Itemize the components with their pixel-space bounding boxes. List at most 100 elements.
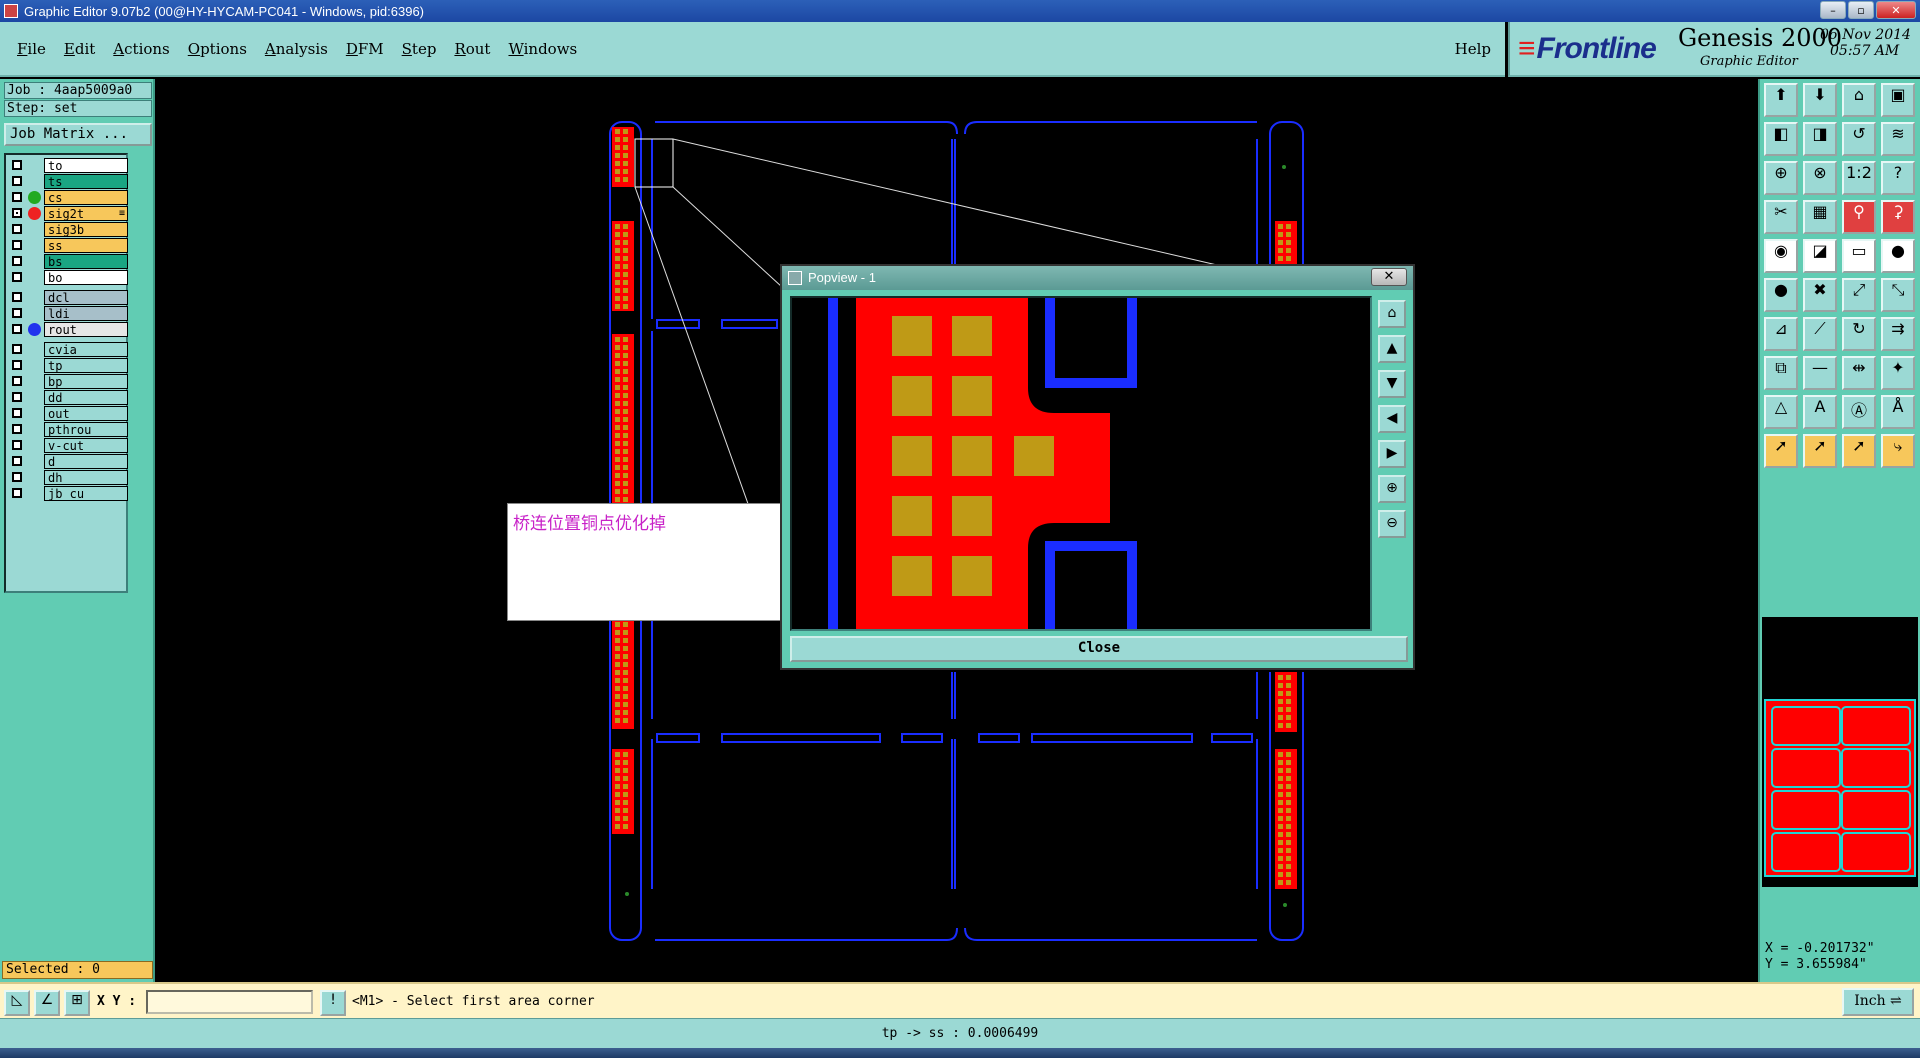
grid-icon[interactable]: ⊞	[64, 990, 90, 1016]
undo-view-icon[interactable]: ↺	[1842, 122, 1876, 156]
layer-checkbox[interactable]	[12, 324, 22, 334]
layer-name[interactable]: bp	[44, 374, 128, 389]
popview-pan-up-icon[interactable]: ▲	[1378, 335, 1406, 363]
layer-checkbox[interactable]	[12, 456, 22, 466]
resize-icon[interactable]: ⤢	[1842, 278, 1876, 312]
popview-pan-right-icon[interactable]: ▶	[1378, 440, 1406, 468]
layer-checkbox[interactable]	[12, 224, 22, 234]
layer-scrollbar[interactable]	[130, 153, 152, 1053]
popview-window[interactable]: Popview - 1 ✕ ⌂ ▲ ▼ ◀ ▶ ⊕ ⊖ Close	[780, 264, 1415, 670]
angle-snap-icon[interactable]: ∠	[34, 990, 60, 1016]
layer-row-sig2t[interactable]: sig2t ≡	[8, 206, 128, 221]
layer-name[interactable]: bo	[44, 270, 128, 285]
menu-step[interactable]: Step	[393, 40, 446, 58]
layer-checkbox[interactable]	[12, 176, 22, 186]
circle-add-icon[interactable]: ●	[1881, 239, 1915, 273]
layer-name[interactable]: sig3b	[44, 222, 128, 237]
dash-line-icon[interactable]: —	[1803, 356, 1837, 390]
menu-dfm[interactable]: DFM	[337, 40, 393, 58]
layer-name[interactable]: cvia	[44, 342, 128, 357]
menu-help[interactable]: Help	[1455, 40, 1491, 58]
menu-file[interactable]: File	[8, 40, 55, 58]
overview-map[interactable]	[1762, 617, 1918, 887]
layer-name[interactable]: ldi	[44, 306, 128, 321]
layer-checkbox[interactable]	[12, 424, 22, 434]
layer-row-cs[interactable]: cs	[8, 190, 128, 205]
layer-name[interactable]: v-cut	[44, 438, 128, 453]
home-icon[interactable]: ⌂	[1842, 83, 1876, 117]
layer-name[interactable]: d	[44, 454, 128, 469]
layer-checkbox[interactable]	[12, 488, 22, 498]
maximize-button[interactable]: ▫	[1848, 1, 1874, 19]
pad-add-icon[interactable]: ◉	[1764, 239, 1798, 273]
query-icon[interactable]: ?	[1881, 161, 1915, 195]
popview-zoom-in-icon[interactable]: ⊕	[1378, 475, 1406, 503]
pan-left-icon[interactable]: ◧	[1764, 122, 1798, 156]
font-icon[interactable]: Å	[1881, 395, 1915, 429]
layer-row-cvia[interactable]: cvia	[8, 342, 128, 357]
copy-icon[interactable]: ⧉	[1764, 356, 1798, 390]
layer-checkbox[interactable]	[12, 392, 22, 402]
layer-checkbox[interactable]	[12, 192, 22, 202]
split-view-icon[interactable]: ▣	[1881, 83, 1915, 117]
line-icon[interactable]: ⊿	[1764, 317, 1798, 351]
menu-actions[interactable]: Actions	[104, 40, 178, 58]
menu-edit[interactable]: Edit	[55, 40, 104, 58]
popview-zoom-out-icon[interactable]: ⊖	[1378, 510, 1406, 538]
popview-titlebar[interactable]: Popview - 1 ✕	[782, 266, 1413, 290]
menu-analysis[interactable]: Analysis	[256, 40, 337, 58]
layer-checkbox[interactable]	[12, 376, 22, 386]
zoom-fit-icon[interactable]: ⊕	[1764, 161, 1798, 195]
layer-row-sig3b[interactable]: sig3b	[8, 222, 128, 237]
layer-row-dcl[interactable]: dcl	[8, 290, 128, 305]
layer-checkbox[interactable]	[12, 160, 22, 170]
save-icon[interactable]: ⬇	[1803, 83, 1837, 117]
layer-name[interactable]: dcl	[44, 290, 128, 305]
stretch-icon[interactable]: ⤡	[1881, 278, 1915, 312]
units-toggle-button[interactable]: Inch ⇌	[1842, 988, 1914, 1016]
xy-input[interactable]	[146, 990, 313, 1014]
grid-display-icon[interactable]: ▦	[1803, 200, 1837, 234]
layer-name[interactable]: dh	[44, 470, 128, 485]
popview-zoomed-view[interactable]	[790, 296, 1372, 631]
layer-name[interactable]: cs	[44, 190, 128, 205]
layer-row-dd[interactable]: dd	[8, 390, 128, 405]
select-route-icon[interactable]: ⤷	[1881, 434, 1915, 468]
layer-checkbox[interactable]	[12, 440, 22, 450]
delete-icon[interactable]: ✖	[1803, 278, 1837, 312]
minimize-button[interactable]: –	[1820, 1, 1846, 19]
layer-row-bo[interactable]: bo	[8, 270, 128, 285]
select-net-icon[interactable]: ➚	[1842, 434, 1876, 468]
text-icon[interactable]: A	[1803, 395, 1837, 429]
layer-name[interactable]: ss	[44, 238, 128, 253]
layer-checkbox[interactable]	[12, 308, 22, 318]
zoom-center-icon[interactable]: ⊗	[1803, 161, 1837, 195]
layer-checkbox[interactable]	[12, 240, 22, 250]
layer-name[interactable]: ts	[44, 174, 128, 189]
layer-row-out[interactable]: out	[8, 406, 128, 421]
menu-windows[interactable]: Windows	[499, 40, 586, 58]
layer-name[interactable]: rout	[44, 322, 128, 337]
layer-row-to[interactable]: to	[8, 158, 128, 173]
menu-options[interactable]: Options	[179, 40, 256, 58]
rotate-icon[interactable]: ↻	[1842, 317, 1876, 351]
layer-name[interactable]: dd	[44, 390, 128, 405]
scale-icon[interactable]: 1:2	[1842, 161, 1876, 195]
slash-icon[interactable]: ⟋	[1803, 317, 1837, 351]
popview-pan-left-icon[interactable]: ◀	[1378, 405, 1406, 433]
layer-row-ts[interactable]: ts	[8, 174, 128, 189]
layer-row-ldi[interactable]: ldi	[8, 306, 128, 321]
layer-row-rout[interactable]: rout	[8, 322, 128, 337]
layer-checkbox[interactable]	[12, 344, 22, 354]
layer-checkbox[interactable]	[12, 272, 22, 282]
layer-checkbox[interactable]	[12, 292, 22, 302]
select-pointer-icon[interactable]: ➚	[1764, 434, 1798, 468]
layer-row-jb_cu[interactable]: jb_cu	[8, 486, 128, 501]
layer-row-v-cut[interactable]: v-cut	[8, 438, 128, 453]
arc-icon[interactable]: △	[1764, 395, 1798, 429]
layer-name[interactable]: pthrou	[44, 422, 128, 437]
layer-checkbox[interactable]	[12, 472, 22, 482]
layer-row-bp[interactable]: bp	[8, 374, 128, 389]
snap-icon[interactable]: ◺	[4, 990, 30, 1016]
alert-icon[interactable]: !	[320, 990, 346, 1016]
